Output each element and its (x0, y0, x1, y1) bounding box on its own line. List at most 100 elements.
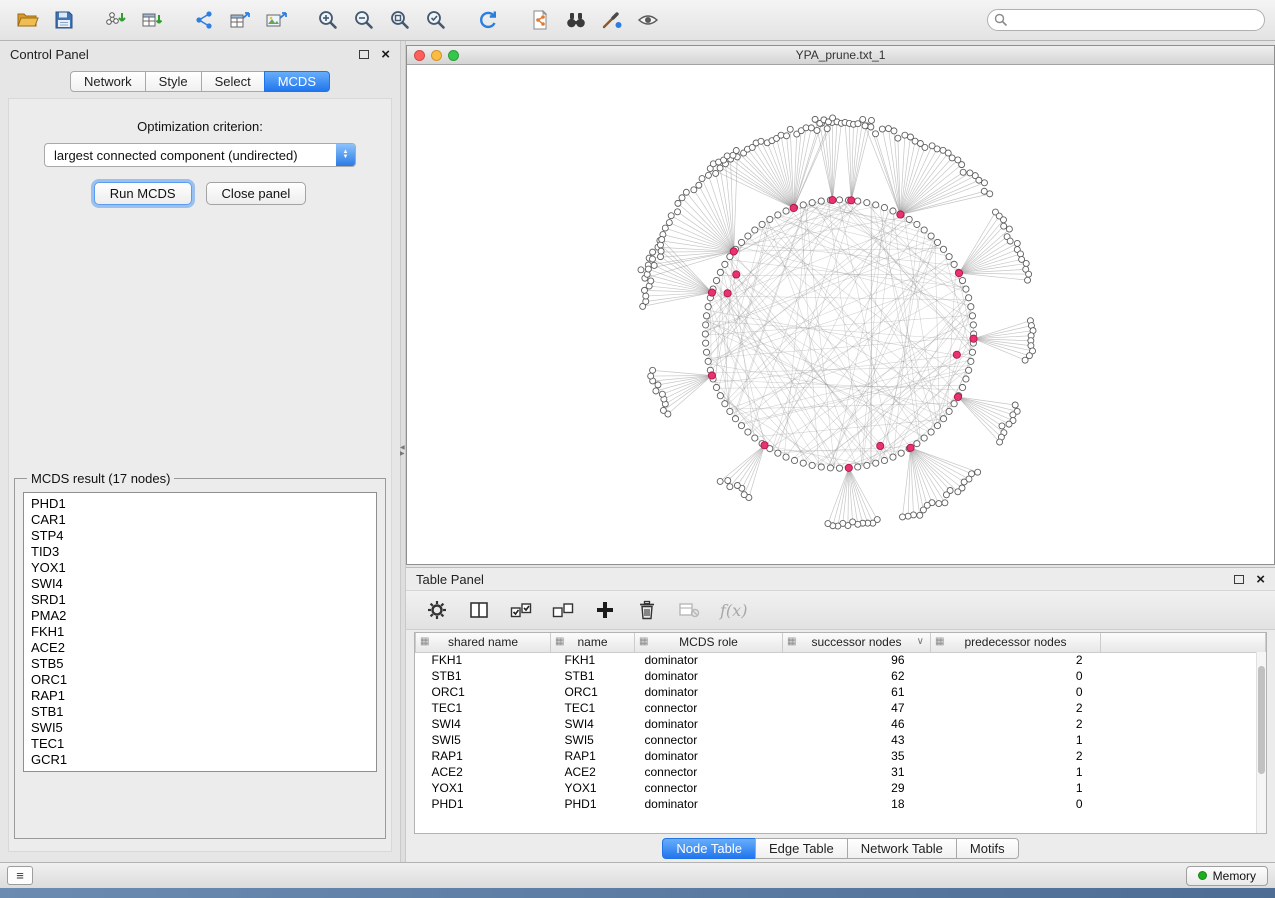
table-tab-node-table[interactable]: Node Table (662, 838, 756, 859)
trash-icon (638, 600, 656, 620)
float-panel-icon[interactable] (359, 50, 369, 59)
table-tab-edge-table[interactable]: Edge Table (755, 838, 848, 859)
mcds-result-item[interactable]: SRD1 (24, 592, 376, 608)
export-network-icon (194, 10, 214, 30)
mcds-result-item[interactable]: CAR1 (24, 512, 376, 528)
mcds-result-item[interactable]: TEC1 (24, 736, 376, 752)
table-cell: ORC1 (416, 684, 551, 700)
clone-network-button[interactable] (522, 4, 558, 36)
scrollbar-thumb[interactable] (1258, 666, 1265, 774)
network-canvas[interactable] (407, 65, 1274, 564)
mcds-result-item[interactable]: YOX1 (24, 560, 376, 576)
memory-button[interactable]: Memory (1186, 866, 1268, 886)
desktop-background (0, 888, 1275, 898)
export-image-button[interactable] (258, 4, 294, 36)
criterion-select[interactable]: largest connected component (undirected)… (44, 143, 356, 167)
table-row[interactable]: RAP1RAP1dominator352 (416, 748, 1266, 764)
binoculars-icon (565, 10, 587, 30)
table-row[interactable]: SWI4SWI4dominator462 (416, 716, 1266, 732)
select-all-button[interactable] (510, 598, 532, 622)
mcds-result-item[interactable]: STP4 (24, 528, 376, 544)
find-network-button[interactable] (558, 4, 594, 36)
column-header-shared-name[interactable]: ▦shared name (416, 633, 551, 652)
table-row[interactable]: YOX1YOX1connector291 (416, 780, 1266, 796)
sort-order-icon[interactable]: ∨ (917, 636, 924, 647)
import-table-button[interactable] (134, 4, 170, 36)
mcds-result-item[interactable]: TID3 (24, 544, 376, 560)
table-cell: 1 (931, 732, 1101, 748)
close-panel-icon[interactable]: × (381, 47, 390, 62)
column-header-MCDS-role[interactable]: ▦MCDS role (635, 633, 783, 652)
status-bar: ≡ Memory (0, 862, 1275, 888)
network-graph[interactable] (407, 65, 1274, 564)
criterion-selected-value: largest connected component (undirected) (45, 148, 336, 163)
mcds-result-item[interactable]: STB5 (24, 656, 376, 672)
zoom-in-button[interactable] (310, 4, 346, 36)
table-row[interactable]: STB1STB1dominator620 (416, 668, 1266, 684)
import-network-icon (105, 10, 127, 30)
delete-column-button[interactable] (636, 598, 658, 622)
control-tab-mcds[interactable]: MCDS (264, 71, 330, 92)
zoom-out-button[interactable] (346, 4, 382, 36)
table-row[interactable]: SWI5SWI5connector431 (416, 732, 1266, 748)
show-graphics-details-button[interactable] (630, 4, 666, 36)
close-table-panel-icon[interactable]: × (1256, 572, 1265, 587)
table-row[interactable]: PHD1PHD1dominator180 (416, 796, 1266, 812)
table-cell: STB1 (551, 668, 635, 684)
table-settings-button[interactable] (426, 598, 448, 622)
add-column-button[interactable] (594, 598, 616, 622)
control-tab-network[interactable]: Network (70, 71, 146, 92)
float-table-panel-icon[interactable] (1234, 575, 1244, 584)
column-header-successor-nodes[interactable]: ▦successor nodes∨ (783, 633, 931, 652)
splitter-arrows-icon[interactable]: ◀▶ (400, 445, 405, 457)
run-mcds-button[interactable]: Run MCDS (94, 182, 192, 205)
eye-icon (637, 10, 659, 30)
open-session-button[interactable] (10, 4, 46, 36)
network-window-title: YPA_prune.txt_1 (407, 48, 1274, 62)
column-header-predecessor-nodes[interactable]: ▦predecessor nodes (931, 633, 1101, 652)
panel-splitter[interactable]: ◀▶ (400, 41, 406, 862)
export-table-button[interactable] (222, 4, 258, 36)
mcds-result-item[interactable]: ACE2 (24, 640, 376, 656)
close-panel-button[interactable]: Close panel (206, 182, 307, 205)
table-row[interactable]: TEC1TEC1connector472 (416, 700, 1266, 716)
table-tab-network-table[interactable]: Network Table (847, 838, 957, 859)
panel-menu-button[interactable]: ≡ (7, 866, 33, 885)
search-input[interactable] (987, 9, 1265, 31)
table-scrollbar[interactable] (1256, 652, 1266, 833)
export-table-icon (229, 10, 251, 30)
table-row[interactable]: ACE2ACE2connector311 (416, 764, 1266, 780)
mcds-result-item[interactable]: SWI4 (24, 576, 376, 592)
mcds-result-item[interactable]: STB1 (24, 704, 376, 720)
table-row[interactable]: FKH1FKH1dominator962 (416, 652, 1266, 668)
column-header-name[interactable]: ▦name (551, 633, 635, 652)
control-tab-select[interactable]: Select (201, 71, 265, 92)
table-row[interactable]: ORC1ORC1dominator610 (416, 684, 1266, 700)
mcds-result-item[interactable]: FKH1 (24, 624, 376, 640)
import-network-button[interactable] (98, 4, 134, 36)
mcds-result-item[interactable]: RAP1 (24, 688, 376, 704)
table-tab-motifs[interactable]: Motifs (956, 838, 1019, 859)
mcds-result-item[interactable]: ORC1 (24, 672, 376, 688)
deselect-all-button[interactable] (552, 598, 574, 622)
zoom-fit-button[interactable] (382, 4, 418, 36)
mcds-result-item[interactable]: SWI5 (24, 720, 376, 736)
table-cell: 1 (931, 780, 1101, 796)
network-window-titlebar[interactable]: YPA_prune.txt_1 (407, 46, 1274, 65)
zoom-selected-button[interactable] (418, 4, 454, 36)
table-grid-icon: ▦ (555, 636, 564, 647)
mcds-result-item[interactable]: PHD1 (24, 496, 376, 512)
show-columns-button[interactable] (468, 598, 490, 622)
table-cell-filler (1101, 716, 1266, 732)
save-session-button[interactable] (46, 4, 82, 36)
table-cell: 0 (931, 684, 1101, 700)
mcds-result-item[interactable]: PMA2 (24, 608, 376, 624)
export-network-button[interactable] (186, 4, 222, 36)
mcds-result-item[interactable]: GCR1 (24, 752, 376, 768)
apply-style-button[interactable] (594, 4, 630, 36)
refresh-view-button[interactable] (470, 4, 506, 36)
search-box (987, 9, 1265, 31)
control-tab-style[interactable]: Style (145, 71, 202, 92)
mcds-result-list[interactable]: PHD1CAR1STP4TID3YOX1SWI4SRD1PMA2FKH1ACE2… (23, 492, 377, 772)
table-grid-icon: ▦ (935, 636, 944, 647)
